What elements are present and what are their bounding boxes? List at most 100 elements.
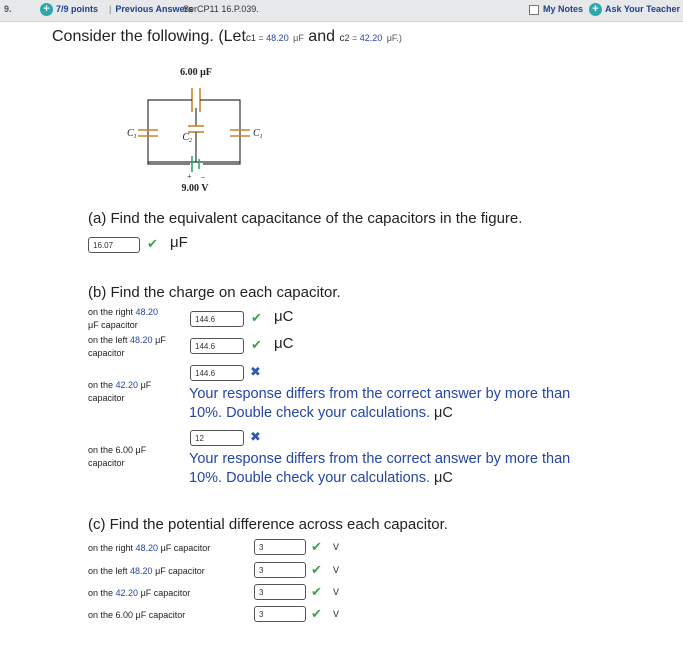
part-b-left-label: on the left 48.20 μF capacitor <box>88 334 166 360</box>
c1-equals: = <box>255 33 267 43</box>
part-b-right-unit: μC <box>274 308 294 325</box>
right-cap-label: C1 <box>253 128 263 140</box>
my-notes-link[interactable]: My Notes <box>543 4 583 14</box>
part-a-unit: μF <box>170 234 188 251</box>
my-notes-checkbox[interactable] <box>529 5 539 15</box>
problem-statement: Consider the following. (Letc1 = 48.20 μ… <box>52 28 402 46</box>
label-post: μF capacitor <box>152 566 205 576</box>
part-b-c2-cross-icon: ✖ <box>250 364 261 379</box>
label-unit: μF <box>138 380 152 390</box>
part-c-left-check-icon: ✔ <box>311 562 322 577</box>
part-c-c2-label: on the 42.20 μF capacitor <box>88 588 190 598</box>
part-c-right-label: on the right 48.20 μF capacitor <box>88 543 210 553</box>
part-c-c2-check-icon: ✔ <box>311 584 322 599</box>
part-c-c2-answer-input[interactable]: 3 <box>254 584 306 600</box>
label-val: 42.20 <box>115 380 139 390</box>
part-b-left-answer-input[interactable]: 144.6 <box>190 338 244 354</box>
label-post: μF capacitor <box>138 588 191 598</box>
part-c-6uf-unit: V <box>333 609 340 619</box>
question-header-bar: 9. + 7/9 points | Previous Answers SerCP1… <box>0 0 683 22</box>
label-pre: on the <box>88 380 116 390</box>
part-b-right-label: on the right 48.20 μF capacitor <box>88 306 158 332</box>
part-b-left-unit: μC <box>274 335 294 352</box>
label-line2: μF capacitor <box>88 320 138 330</box>
part-b-prompt: (b) Find the charge on each capacitor. <box>88 284 341 301</box>
points-score: 7/9 points <box>56 4 99 14</box>
part-c-prompt: (c) Find the potential difference across… <box>88 516 448 533</box>
label-val: 48.20 <box>135 307 159 317</box>
part-b-6uf-feedback: Your response differs from the correct a… <box>189 450 570 488</box>
c1-unit: μF <box>293 33 304 43</box>
problem-code: SerCP11 16.P.039. <box>183 4 259 14</box>
battery-plus: + <box>187 172 192 181</box>
feedback-unit: μC <box>434 405 453 421</box>
mid-cap-sub: 2 <box>189 138 192 144</box>
label-val: 48.20 <box>130 566 153 576</box>
part-c-6uf-answer-input[interactable]: 3 <box>254 606 306 622</box>
part-c-c2-unit: V <box>333 587 340 597</box>
label-unit: μF <box>152 335 166 345</box>
part-c-left-unit: V <box>333 565 340 575</box>
label-pre: on the left <box>88 566 131 576</box>
part-b-6uf-answer-input[interactable]: 12 <box>190 430 244 446</box>
separator: | <box>109 4 112 14</box>
label-val: 42.20 <box>115 588 139 598</box>
label-pre: on the <box>88 588 116 598</box>
feedback-unit: μC <box>434 470 453 486</box>
part-b-c2-answer-input[interactable]: 144.6 <box>190 365 244 381</box>
label-val: 48.20 <box>135 543 159 553</box>
label-line2: capacitor <box>88 348 125 358</box>
part-b-6uf-cross-icon: ✖ <box>250 429 261 444</box>
part-b-c2-feedback: Your response differs from the correct a… <box>189 385 570 423</box>
part-a-check-icon: ✔ <box>147 236 158 251</box>
top-capacitor-label: 6.00 μF <box>180 67 212 78</box>
part-b-right-answer-input[interactable]: 144.6 <box>190 311 244 327</box>
label-pre: on the right <box>88 307 136 317</box>
ask-your-teacher-link[interactable]: Ask Your Teacher <box>605 4 680 14</box>
part-c-6uf-label: on the 6.00 μF capacitor <box>88 610 185 620</box>
part-c-right-answer-input[interactable]: 3 <box>254 539 306 555</box>
part-c-left-label: on the left 48.20 μF capacitor <box>88 566 205 576</box>
left-cap-label: C1 <box>127 128 137 140</box>
previous-answers-link[interactable]: | Previous Answers <box>109 4 193 14</box>
right-cap-sub: 1 <box>260 134 263 140</box>
circuit-diagram: 6.00 μF + – 9.00 V C1 C2 C1 <box>127 67 263 194</box>
part-b-right-check-icon: ✔ <box>251 310 262 325</box>
question-number: 9. <box>4 4 12 14</box>
previous-answers-label: Previous Answers <box>115 4 194 14</box>
label-pre: on the left <box>88 335 131 345</box>
mid-cap-label: C2 <box>182 132 192 144</box>
c2-unit: μF.) <box>386 33 402 43</box>
battery-minus: – <box>200 172 206 181</box>
feedback-line2: 10%. Double check your calculations. <box>189 405 430 421</box>
label-pre: on the 6.00 <box>88 610 136 620</box>
part-c-right-unit: V <box>333 542 340 552</box>
part-a-prompt: (a) Find the equivalent capacitance of t… <box>88 210 523 227</box>
part-c-left-answer-input[interactable]: 3 <box>254 562 306 578</box>
part-b-6uf-label: on the 6.00 μF capacitor <box>88 444 146 470</box>
problem-prefix: Consider the following. (Let <box>52 28 246 45</box>
part-c-right-check-icon: ✔ <box>311 539 322 554</box>
and-word: and <box>303 28 340 45</box>
expand-plus-icon[interactable]: + <box>40 3 53 16</box>
label-line2: capacitor <box>88 393 125 403</box>
part-c-6uf-check-icon: ✔ <box>311 606 322 621</box>
c2-value: 42.20 <box>359 33 383 43</box>
c1-value: 48.20 <box>266 33 289 43</box>
feedback-line2: 10%. Double check your calculations. <box>189 470 430 486</box>
label-pre: on the right <box>88 543 136 553</box>
c2-equals: = <box>349 33 360 43</box>
ask-teacher-plus-icon[interactable]: + <box>589 3 602 16</box>
part-b-c2-label: on the 42.20 μF capacitor <box>88 379 151 405</box>
label-post: μF capacitor <box>135 610 186 620</box>
left-cap-sub: 1 <box>134 134 137 140</box>
feedback-line1: Your response differs from the correct a… <box>189 451 571 467</box>
label-post: μF capacitor <box>158 543 211 553</box>
label-pre: on the 6.00 <box>88 445 136 455</box>
part-a-answer-input[interactable]: 16.07 <box>88 237 140 253</box>
part-b-left-check-icon: ✔ <box>251 337 262 352</box>
label-line2: capacitor <box>88 458 125 468</box>
label-val: 48.20 <box>130 335 153 345</box>
feedback-line1: Your response differs from the correct a… <box>189 386 571 402</box>
battery-voltage-label: 9.00 V <box>181 183 209 194</box>
